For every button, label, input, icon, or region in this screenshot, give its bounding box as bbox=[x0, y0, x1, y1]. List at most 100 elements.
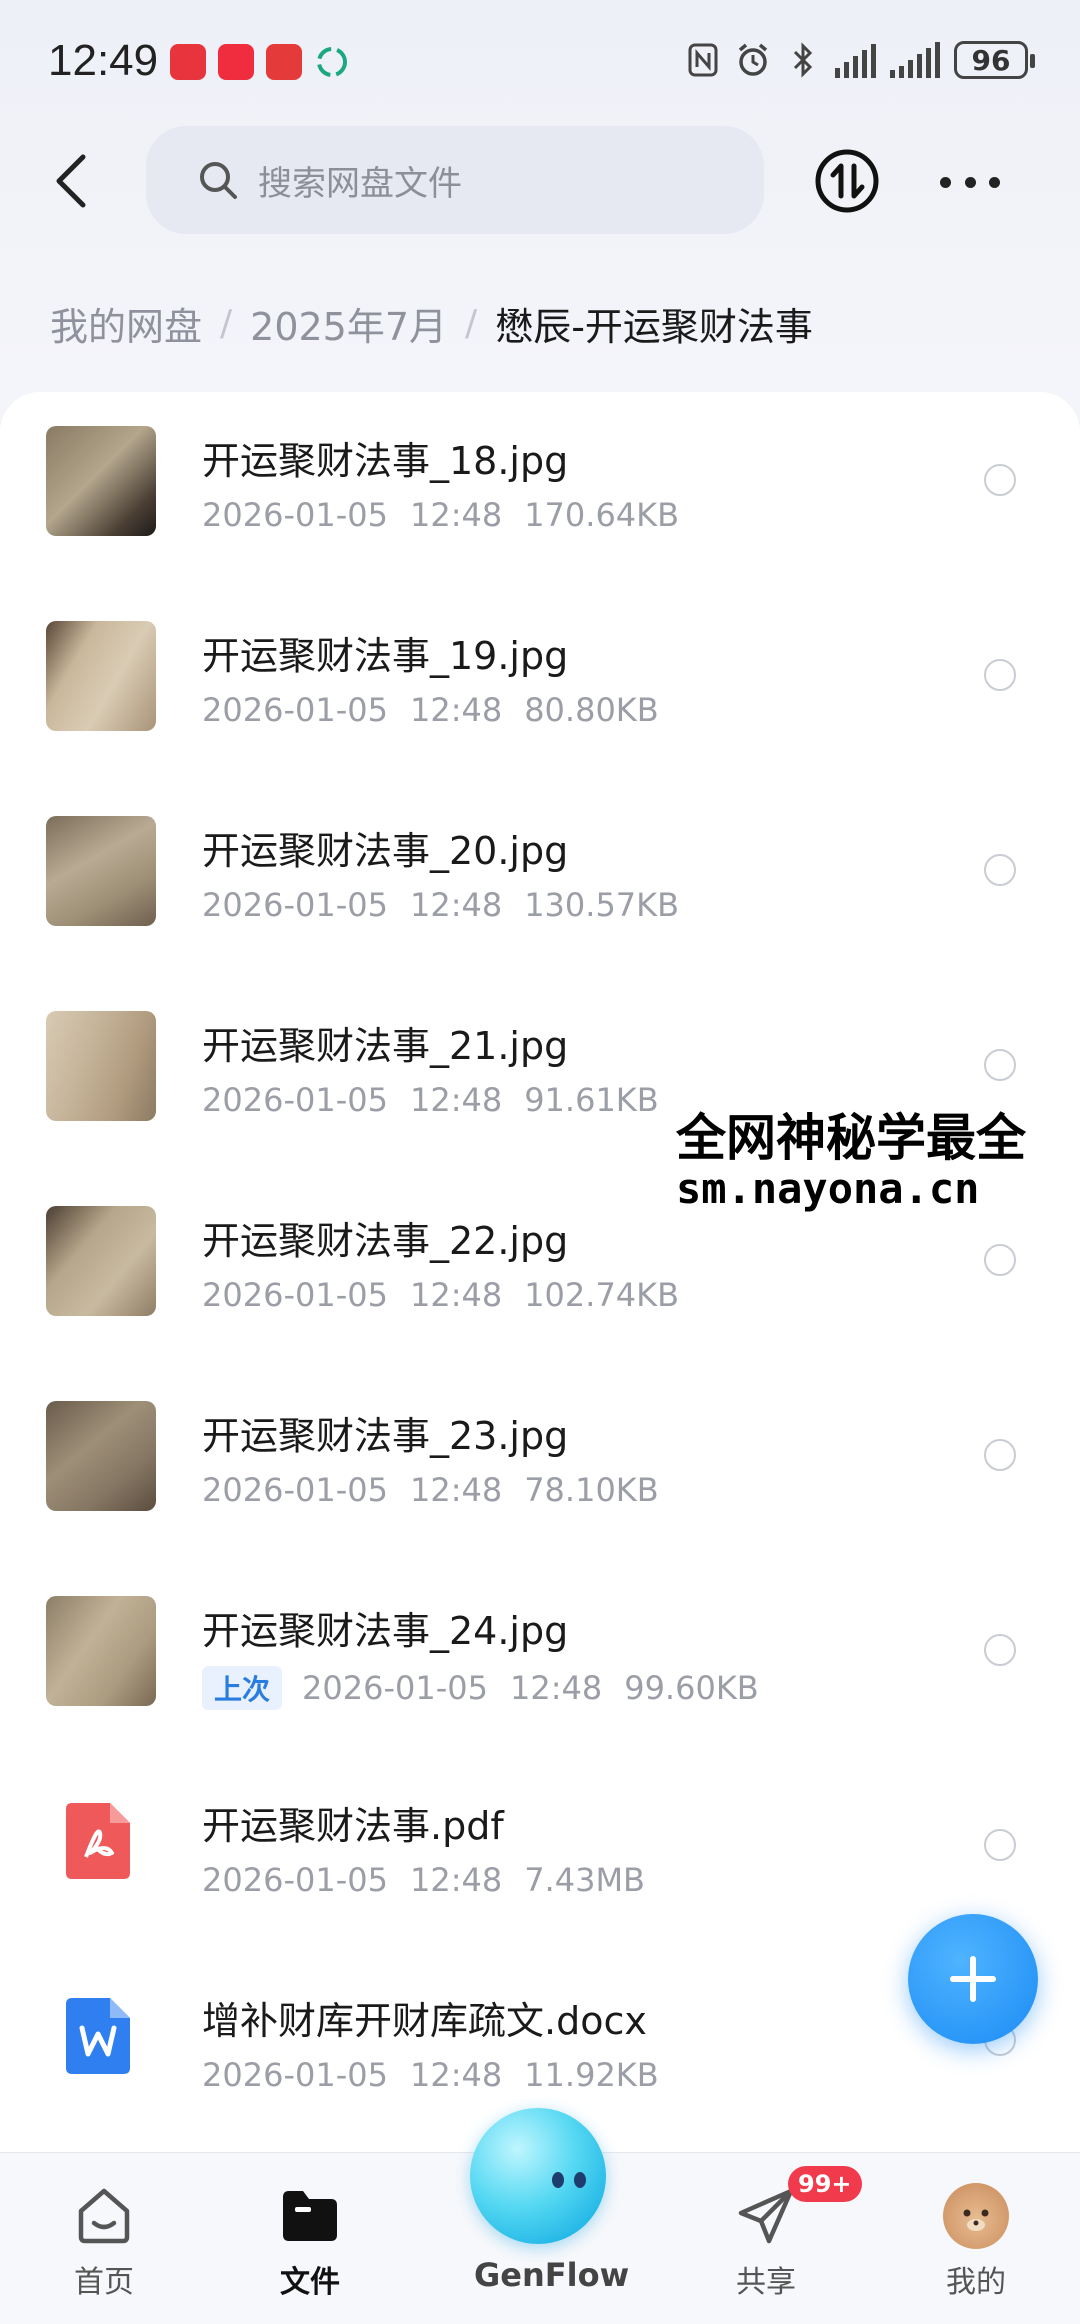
file-date: 2026-01-05 bbox=[202, 1081, 388, 1119]
notification-icons bbox=[170, 44, 350, 80]
pdf-file-icon bbox=[66, 1803, 130, 1879]
file-date: 2026-01-05 bbox=[202, 691, 388, 729]
select-radio[interactable] bbox=[984, 1244, 1016, 1276]
image-thumbnail bbox=[46, 426, 156, 536]
file-size: 11.92KB bbox=[524, 2056, 659, 2094]
nav-me[interactable]: 我的 bbox=[906, 2183, 1046, 2313]
nav-share[interactable]: 共享 bbox=[696, 2183, 836, 2313]
file-size: 102.74KB bbox=[524, 1276, 680, 1314]
add-button[interactable] bbox=[908, 1914, 1038, 2044]
select-radio[interactable] bbox=[984, 1634, 1016, 1666]
select-radio[interactable] bbox=[984, 1439, 1016, 1471]
top-bar: 搜索网盘文件 bbox=[0, 126, 1080, 236]
file-date: 2026-01-05 bbox=[202, 1471, 388, 1509]
select-radio[interactable] bbox=[984, 854, 1016, 886]
breadcrumb-root[interactable]: 我的网盘 bbox=[50, 296, 202, 351]
genflow-button[interactable] bbox=[470, 2108, 606, 2244]
mobile-carrier-icon bbox=[314, 44, 350, 80]
breadcrumb: 我的网盘 / 2025年7月 / 懋辰-开运聚财法事 bbox=[50, 296, 813, 351]
app-notification-icon bbox=[170, 44, 206, 80]
file-row[interactable]: 开运聚财法事.pdf 2026-01-05 12:48 7.43MB bbox=[0, 1757, 1080, 1952]
nav-share-label: 共享 bbox=[736, 2265, 796, 2300]
file-size: 130.57KB bbox=[524, 886, 680, 924]
image-thumbnail bbox=[46, 1206, 156, 1316]
watermark-overlay: 全网神秘学最全 sm.nayona.cn bbox=[676, 1098, 1080, 1218]
file-meta: 2026-01-05 12:48 130.57KB bbox=[202, 886, 679, 924]
file-row[interactable]: 开运聚财法事_24.jpg 上次 2026-01-05 12:48 99.60K… bbox=[0, 1562, 1080, 1757]
file-date: 2026-01-05 bbox=[202, 2056, 388, 2094]
file-row[interactable]: 开运聚财法事_20.jpg 2026-01-05 12:48 130.57KB bbox=[0, 782, 1080, 977]
breadcrumb-month-folder[interactable]: 2025年7月 bbox=[250, 296, 447, 351]
file-name: 开运聚财法事.pdf bbox=[202, 1804, 504, 1848]
nav-files[interactable]: 文件 bbox=[240, 2183, 380, 2313]
file-meta: 2026-01-05 12:48 80.80KB bbox=[202, 691, 659, 729]
image-thumbnail bbox=[46, 1401, 156, 1511]
file-name: 开运聚财法事_21.jpg bbox=[202, 1024, 569, 1068]
image-thumbnail bbox=[46, 1596, 156, 1706]
file-meta: 2026-01-05 12:48 91.61KB bbox=[202, 1081, 659, 1119]
battery-indicator: 96 bbox=[954, 41, 1035, 79]
message-notification-icon bbox=[266, 44, 302, 80]
nav-home[interactable]: 首页 bbox=[34, 2183, 174, 2313]
breadcrumb-separator: / bbox=[220, 303, 233, 344]
back-button[interactable] bbox=[36, 146, 106, 216]
more-menu-button[interactable] bbox=[940, 162, 1000, 202]
file-row[interactable]: 开运聚财法事_19.jpg 2026-01-05 12:48 80.80KB bbox=[0, 587, 1080, 782]
file-date: 2026-01-05 bbox=[302, 1669, 488, 1707]
file-meta: 上次 2026-01-05 12:48 99.60KB bbox=[202, 1666, 759, 1710]
transfer-icon bbox=[815, 149, 879, 213]
file-time: 12:48 bbox=[409, 1471, 503, 1509]
select-radio[interactable] bbox=[984, 464, 1016, 496]
signal-icon-2 bbox=[890, 42, 940, 78]
file-time: 12:48 bbox=[409, 1861, 503, 1899]
signal-icon bbox=[835, 42, 876, 78]
select-radio[interactable] bbox=[984, 1829, 1016, 1861]
file-date: 2026-01-05 bbox=[202, 496, 388, 534]
more-dot-icon bbox=[964, 176, 976, 188]
file-time: 12:48 bbox=[409, 496, 503, 534]
status-time: 12:49 bbox=[48, 36, 159, 85]
nfc-icon bbox=[685, 40, 721, 80]
file-time: 12:48 bbox=[409, 1276, 503, 1314]
image-thumbnail bbox=[46, 621, 156, 731]
file-meta: 2026-01-05 12:48 78.10KB bbox=[202, 1471, 659, 1509]
file-size: 7.43MB bbox=[524, 1861, 645, 1899]
file-meta: 2026-01-05 12:48 170.64KB bbox=[202, 496, 679, 534]
file-time: 12:48 bbox=[409, 1081, 503, 1119]
file-size: 99.60KB bbox=[624, 1669, 759, 1707]
file-row[interactable]: 开运聚财法事_23.jpg 2026-01-05 12:48 78.10KB bbox=[0, 1367, 1080, 1562]
file-time: 12:48 bbox=[409, 691, 503, 729]
image-thumbnail bbox=[46, 1011, 156, 1121]
xiaohongshu-notification-icon bbox=[218, 44, 254, 80]
file-name: 开运聚财法事_22.jpg bbox=[202, 1219, 569, 1263]
file-name: 开运聚财法事_19.jpg bbox=[202, 634, 569, 678]
file-row[interactable]: 开运聚财法事_18.jpg 2026-01-05 12:48 170.64KB bbox=[0, 392, 1080, 587]
select-radio[interactable] bbox=[984, 659, 1016, 691]
search-placeholder: 搜索网盘文件 bbox=[258, 163, 462, 204]
image-thumbnail bbox=[46, 816, 156, 926]
paper-plane-icon bbox=[738, 2188, 794, 2244]
file-date: 2026-01-05 bbox=[202, 1276, 388, 1314]
status-bar: 12:49 96 bbox=[0, 0, 1080, 120]
file-date: 2026-01-05 bbox=[202, 886, 388, 924]
plus-icon bbox=[950, 1956, 996, 2002]
file-meta: 2026-01-05 12:48 7.43MB bbox=[202, 1861, 645, 1899]
nav-files-label: 文件 bbox=[280, 2265, 340, 2300]
bluetooth-icon bbox=[785, 40, 821, 80]
file-name: 开运聚财法事_23.jpg bbox=[202, 1414, 569, 1458]
file-meta: 2026-01-05 12:48 102.74KB bbox=[202, 1276, 679, 1314]
file-date: 2026-01-05 bbox=[202, 1861, 388, 1899]
last-opened-tag: 上次 bbox=[202, 1666, 283, 1710]
nav-genflow-label: GenFlow bbox=[474, 2256, 630, 2294]
search-input[interactable]: 搜索网盘文件 bbox=[146, 126, 764, 234]
select-radio[interactable] bbox=[984, 1049, 1016, 1081]
file-time: 12:48 bbox=[409, 2056, 503, 2094]
genflow-eye-icon bbox=[552, 2172, 564, 2188]
watermark-url: sm.nayona.cn bbox=[676, 1164, 980, 1213]
search-icon bbox=[200, 162, 237, 199]
share-count-badge: 99+ bbox=[788, 2166, 862, 2202]
transfer-button[interactable] bbox=[814, 148, 880, 214]
folder-icon bbox=[283, 2191, 337, 2241]
genflow-eye-icon bbox=[574, 2172, 586, 2188]
file-time: 12:48 bbox=[509, 1669, 603, 1707]
